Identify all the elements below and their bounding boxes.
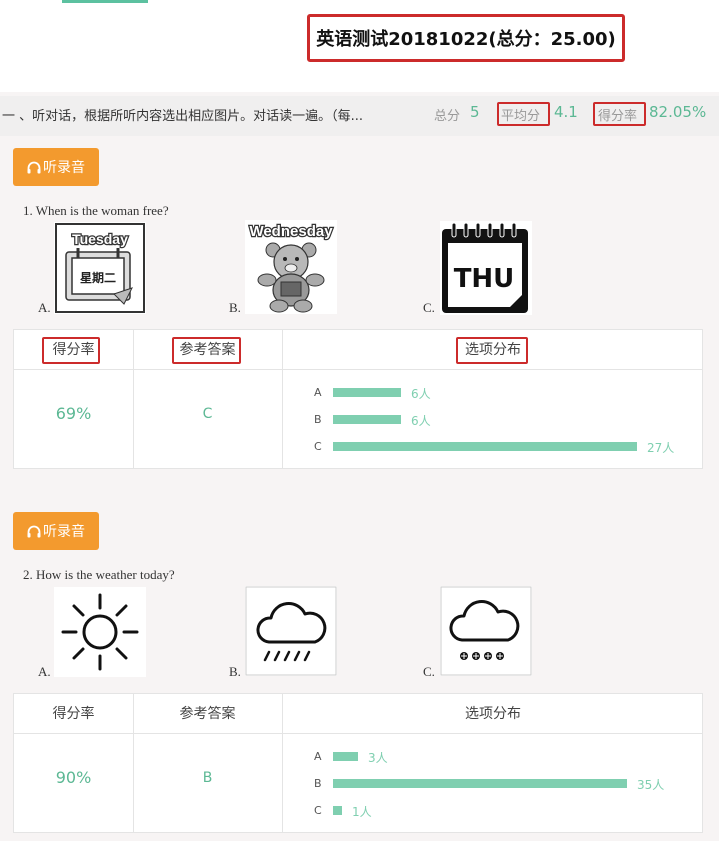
question-2-text: 2. How is the weather today? <box>23 567 175 582</box>
question-1-stats-table: 得分率 参考答案 选项分布 69% C A 6人 B 6人 C 27人 <box>13 329 703 469</box>
reference-answer-value: C <box>202 406 213 422</box>
section-title: 一 、听对话，根据所听内容选出相应图片。对话读一遍。（每... <box>2 109 364 124</box>
distribution-bar <box>333 806 342 815</box>
listen-audio-button-q2[interactable]: 听录音 <box>13 512 99 550</box>
option-c-letter: C. <box>423 664 435 679</box>
distribution-option-letter: C <box>314 804 322 817</box>
total-score-value: 5 <box>470 103 480 121</box>
rain-cloud-icon <box>245 586 337 676</box>
distribution-bar <box>333 442 637 451</box>
question-1-text: 1. When is the woman free? <box>23 203 169 218</box>
score-rate-value: 82.05% <box>649 103 707 121</box>
distribution-count: 3人 <box>368 751 388 765</box>
option-b-letter: B. <box>229 300 241 315</box>
wednesday-bear-image[interactable]: Wednesday <box>245 220 337 314</box>
teddy-bear-icon: Wednesday <box>248 222 334 313</box>
calendar-main-label: 星期二 <box>80 270 116 285</box>
distribution-count: 1人 <box>352 805 372 819</box>
thu-label: THU <box>454 264 515 294</box>
distribution-bar <box>333 388 401 397</box>
average-score-value: 4.1 <box>554 103 578 121</box>
distribution-count: 35人 <box>637 778 665 792</box>
distribution-option-letter: B <box>314 777 322 790</box>
sun-icon <box>61 593 139 671</box>
average-label-highlight <box>497 102 550 126</box>
listen-audio-label: 听录音 <box>43 160 85 176</box>
option-c-letter: C. <box>423 300 435 315</box>
tuesday-calendar-image[interactable]: Tuesday 星期二 <box>54 222 146 314</box>
distribution-option-letter: C <box>314 440 322 453</box>
distribution-option-letter: B <box>314 413 322 426</box>
header-option-distribution: 选项分布 <box>465 706 521 722</box>
wednesday-label: Wednesday <box>249 223 333 240</box>
distribution-header-highlight <box>456 337 528 364</box>
score-rate-value: 69% <box>55 404 92 423</box>
option-a-letter: A. <box>38 664 51 679</box>
calendar-icon: Tuesday 星期二 <box>55 223 145 313</box>
headphones-icon <box>27 161 41 173</box>
thursday-calendar-image[interactable]: THU <box>440 221 532 315</box>
headphones-icon <box>27 525 41 537</box>
rainy-image[interactable] <box>245 586 337 676</box>
distribution-count: 27人 <box>647 441 675 455</box>
total-score-label: 总分 <box>434 109 461 124</box>
distribution-bar <box>333 779 627 788</box>
distribution-count: 6人 <box>411 387 431 401</box>
distribution-option-letter: A <box>314 386 322 399</box>
distribution-count: 6人 <box>411 414 431 428</box>
answer-header-highlight <box>172 337 241 364</box>
question-2-stats-table: 得分率 参考答案 选项分布 90% B A 3人 B 35人 C 1人 <box>13 693 703 833</box>
calendar-top-label: Tuesday <box>72 231 128 247</box>
option-b-letter: B. <box>229 664 241 679</box>
header-reference-answer: 参考答案 <box>179 706 236 722</box>
score-rate-value: 90% <box>55 768 92 787</box>
sunny-image[interactable] <box>54 587 146 677</box>
snowy-image[interactable] <box>440 586 532 676</box>
reference-answer-value: B <box>202 770 213 786</box>
score-rate-header-highlight <box>42 337 100 364</box>
score-rate-label-highlight <box>593 102 646 126</box>
thu-calendar-icon: THU <box>442 222 528 313</box>
distribution-option-letter: A <box>314 750 322 763</box>
snow-cloud-icon <box>440 586 532 676</box>
header-score-rate: 得分率 <box>52 706 95 722</box>
section-summary-bar: 一 、听对话，根据所听内容选出相应图片。对话读一遍。（每... 总分 5 平均分… <box>0 96 719 136</box>
active-tab-indicator <box>62 0 148 3</box>
option-a-letter: A. <box>38 300 51 315</box>
distribution-bar <box>333 415 401 424</box>
distribution-bar <box>333 752 358 761</box>
listen-audio-label: 听录音 <box>43 524 85 540</box>
exam-title: 英语测试20181022(总分：25.00) <box>307 14 625 62</box>
listen-audio-button-q1[interactable]: 听录音 <box>13 148 99 186</box>
